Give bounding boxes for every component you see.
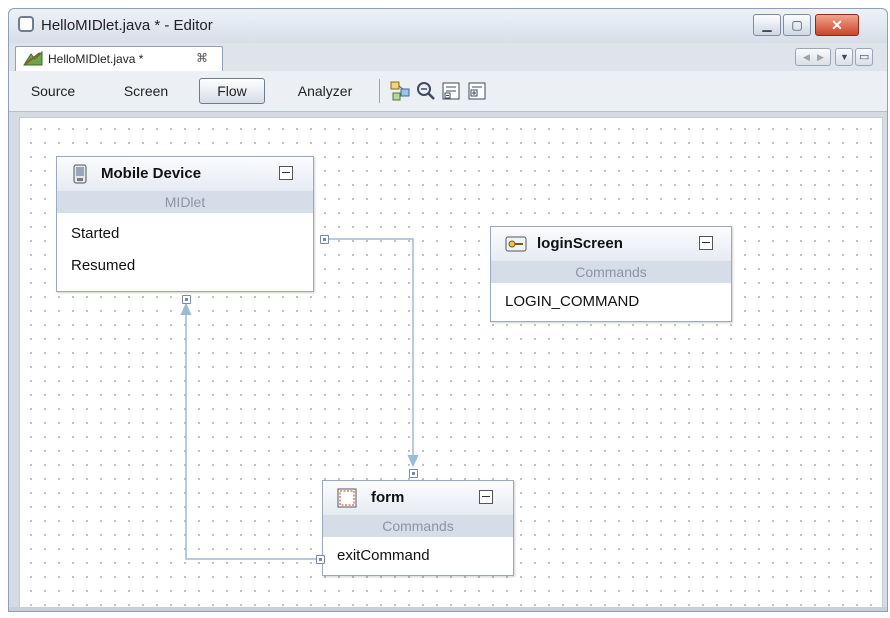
layout-icon[interactable] [390,81,410,101]
tab-flow[interactable]: Flow [199,78,265,104]
mobile-phone-icon [73,164,87,184]
node-subtitle: MIDlet [57,191,313,213]
pin-form-in[interactable] [409,469,418,478]
node-mobile-device[interactable]: Mobile Device MIDlet Started Resumed [56,156,314,292]
minimize-button[interactable]: ▁ [753,14,781,36]
collapse-all-icon[interactable] [441,81,461,101]
toolbar-separator [379,79,380,103]
node-item-started[interactable]: Started [71,225,119,242]
midlet-file-icon [23,50,43,66]
maximize-button[interactable]: ▢ [783,14,811,36]
tab-hellomidlet[interactable]: HelloMIDlet.java * ⌘ [15,46,223,71]
node-login-screen[interactable]: loginScreen Commands LOGIN_COMMAND [490,226,732,322]
pin-exit-command-out[interactable] [316,555,325,564]
close-icon: ✕ [831,17,843,33]
restore-icon: ▭ [859,51,870,63]
node-title: Mobile Device [101,165,202,182]
scroll-left-icon[interactable]: ◀ [803,49,810,65]
pin-mobile-device-in[interactable] [182,295,191,304]
pin-started-out[interactable] [320,235,329,244]
node-header: Mobile Device [57,157,313,191]
maximize-icon: ▢ [791,18,803,32]
node-header: form [323,481,513,515]
node-item-exit-command[interactable]: exitCommand [337,547,430,564]
form-icon [337,488,357,508]
node-subtitle: Commands [323,515,513,537]
tab-analyzer[interactable]: Analyzer [285,78,365,104]
node-title: form [371,489,405,506]
view-toolbar: Source Screen Flow Analyzer [9,71,887,112]
tab-label: HelloMIDlet.java * [48,52,144,66]
collapse-icon[interactable] [279,166,293,180]
node-item-login-command[interactable]: LOGIN_COMMAND [505,293,639,310]
node-title: loginScreen [537,235,623,252]
tab-close-icon[interactable]: ⌘ [196,51,208,65]
tab-source[interactable]: Source [23,78,83,104]
login-key-icon [505,236,527,252]
editor-window: HelloMIDlet.java * - Editor ▁ ▢ ✕ HelloM… [8,8,888,612]
document-outline-icon [18,16,34,32]
tab-screen[interactable]: Screen [111,78,181,104]
window-title: HelloMIDlet.java * - Editor [41,17,213,34]
status-strip [9,607,887,611]
node-item-resumed[interactable]: Resumed [71,257,135,274]
chevron-down-icon: ▼ [840,52,849,62]
scroll-right-icon[interactable]: ▶ [817,49,824,65]
editor-tab-bar: HelloMIDlet.java * ⌘ ◀ ▶ ▼ ▭ [9,43,887,72]
node-header: loginScreen [491,227,731,261]
title-bar: HelloMIDlet.java * - Editor ▁ ▢ ✕ [9,9,887,44]
close-button[interactable]: ✕ [815,14,859,36]
minimize-icon: ▁ [762,18,772,32]
expand-all-icon[interactable] [467,81,487,101]
node-form[interactable]: form Commands exitCommand [322,480,514,576]
collapse-icon[interactable] [699,236,713,250]
tab-list-button[interactable]: ▼ [835,48,853,66]
restore-window-button[interactable]: ▭ [855,48,873,66]
zoom-out-icon[interactable] [416,81,436,101]
node-subtitle: Commands [491,261,731,283]
collapse-icon[interactable] [479,490,493,504]
flow-canvas[interactable]: Mobile Device MIDlet Started Resumed log… [19,117,883,609]
tab-scroll-buttons[interactable]: ◀ ▶ [795,48,831,66]
